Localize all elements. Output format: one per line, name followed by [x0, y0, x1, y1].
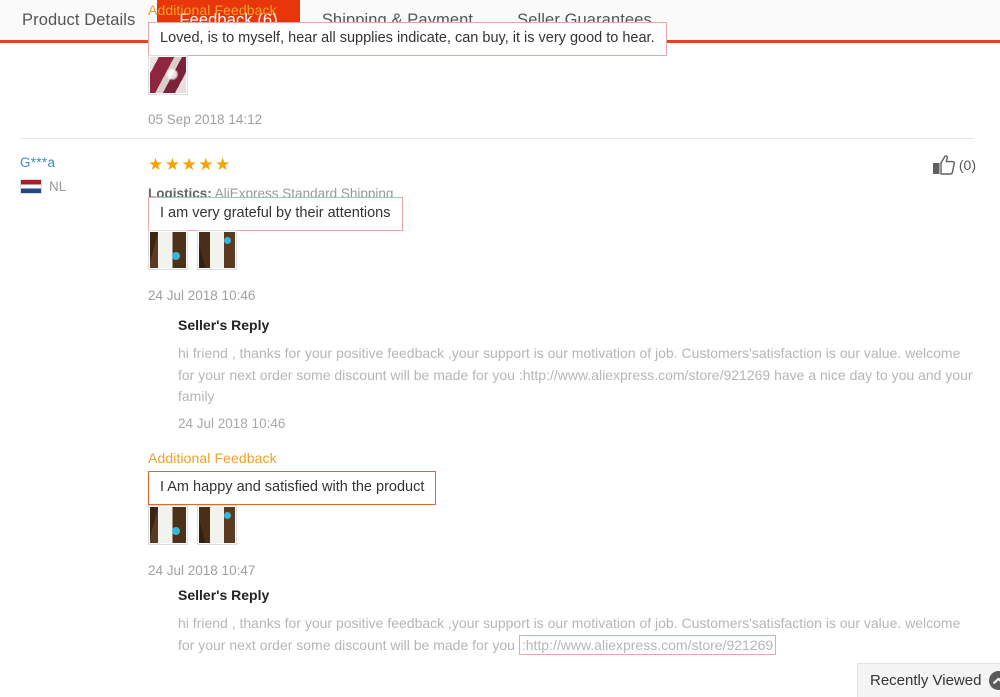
- feedback-thumbnail-list: [148, 505, 970, 545]
- review-photo-maroon-icon: [150, 57, 186, 93]
- feedback-text-box: I am very grateful by their attentions: [148, 197, 403, 232]
- feedback-page: Product Details Feedback (6) Shipping & …: [0, 0, 1000, 697]
- tab-label: Product Details: [22, 10, 136, 29]
- feedback-thumbnail[interactable]: [148, 505, 188, 545]
- tab-product-details[interactable]: Product Details: [0, 0, 157, 40]
- feedback-text: I Am happy and satisfied with the produc…: [160, 479, 425, 495]
- seller-reply-line-1: hi friend , thanks for your positive fee…: [178, 615, 902, 631]
- seller-reply-line-2-after: have a nice day to: [770, 366, 888, 383]
- additional-feedback-label: Additional Feedback: [148, 2, 277, 18]
- review-photo-wood-b-icon: [199, 232, 235, 268]
- seller-reply-body: hi friend , thanks for your positive fee…: [178, 343, 978, 408]
- seller-reply-block: Seller's Reply hi friend , thanks for yo…: [178, 587, 978, 656]
- feedback-thumbnail-list: [148, 230, 970, 270]
- feedback-divider: [20, 138, 975, 139]
- additional-feedback-label: Additional Feedback: [148, 450, 277, 466]
- feedback-timestamp: 05 Sep 2018 14:12: [148, 112, 263, 127]
- feedback-timestamp: 24 Jul 2018 10:46: [148, 288, 256, 303]
- chevron-up-icon[interactable]: [989, 671, 1000, 690]
- seller-reply-title: Seller's Reply: [178, 587, 270, 603]
- seller-reply-title: Seller's Reply: [178, 317, 270, 333]
- seller-reply-url: http://www.aliexpress.com/store/921269: [522, 366, 771, 383]
- feedback-text: I am very grateful by their attentions: [160, 205, 391, 221]
- feedback-thumbnail[interactable]: [197, 230, 237, 270]
- reviewer-country-code: NL: [49, 179, 67, 194]
- seller-reply-url-highlight: :http://www.aliexpress.com/store/921269: [518, 634, 777, 655]
- reviewer-username[interactable]: G***a: [20, 155, 130, 170]
- recently-viewed-widget[interactable]: Recently Viewed: [857, 663, 1000, 697]
- seller-reply-body: hi friend , thanks for your positive fee…: [178, 613, 978, 656]
- seller-reply-line-1: hi friend , thanks for your positive fee…: [178, 345, 902, 361]
- feedback-thumbnail[interactable]: [148, 230, 188, 270]
- rating-stars: ★★★★★: [148, 155, 232, 174]
- feedback-text-box: Loved, is to myself, hear all supplies i…: [148, 22, 667, 57]
- flag-netherlands-icon: [20, 179, 42, 194]
- feedback-thumbnail[interactable]: [148, 55, 188, 95]
- feedback-text: Loved, is to myself, hear all supplies i…: [160, 30, 655, 46]
- seller-reply-timestamp: 24 Jul 2018 10:46: [178, 416, 286, 432]
- review-photo-wood-b-icon: [199, 507, 235, 543]
- feedback-text-box: I Am happy and satisfied with the produc…: [148, 471, 437, 506]
- seller-reply-block: Seller's Reply hi friend , thanks for yo…: [178, 317, 978, 431]
- feedback-thumbnail-list: [148, 55, 970, 95]
- feedback-timestamp: 24 Jul 2018 10:47: [148, 563, 256, 578]
- recently-viewed-label: Recently Viewed: [870, 672, 982, 689]
- feedback-thumbnail[interactable]: [197, 505, 237, 545]
- reviewer-country: NL: [20, 179, 130, 194]
- review-photo-wood-a-icon: [150, 232, 186, 268]
- review-photo-wood-a-icon: [150, 507, 186, 543]
